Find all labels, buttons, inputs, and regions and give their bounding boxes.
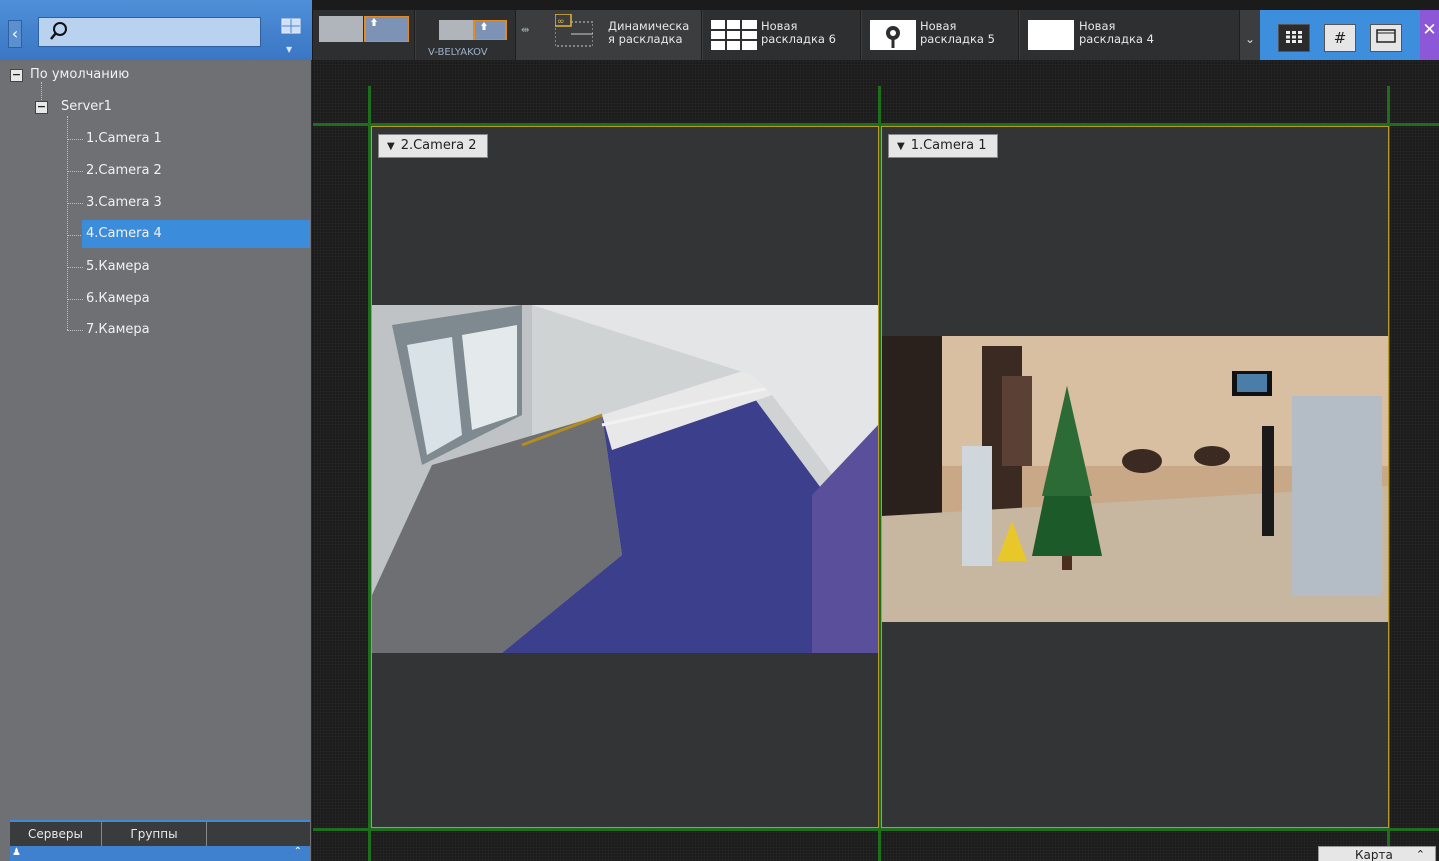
search-box[interactable]	[38, 17, 261, 47]
view-mode-group: #	[1260, 10, 1420, 60]
camera-title-button[interactable]: ▼ 2.Camera 2	[378, 134, 488, 158]
tree-item-camera-7[interactable]: 7.Камера	[82, 316, 150, 344]
tabs-dropdown-icon[interactable]: ⌄	[1241, 32, 1259, 58]
camera-tree: − По умолчанию − Server1 1.Camera 1 2.Ca…	[0, 60, 312, 820]
map-button[interactable]: Карта ⌃	[1318, 846, 1436, 861]
search-input[interactable]	[75, 22, 255, 44]
camera-title: 1.Camera 1	[910, 138, 987, 153]
tab-label: Новая раскладка 6	[761, 19, 836, 46]
tab-groups[interactable]: Группы	[102, 822, 207, 846]
dynamic-layout-icon: ∞	[554, 13, 594, 48]
tree-root-label: По умолчанию	[30, 67, 130, 82]
collapse-server-icon[interactable]: −	[35, 101, 48, 114]
tree-item-label: 6.Камера	[86, 291, 150, 306]
tree-root[interactable]: По умолчанию	[30, 61, 129, 89]
tree-item-camera-4[interactable]: 4.Camera 4	[82, 220, 310, 248]
app-window: ‹ ▼ − По умолчанию − Server1 1.Camera 1 …	[0, 0, 1439, 861]
user-icon: ♟	[12, 847, 21, 858]
camera-video-stairwell	[372, 305, 878, 653]
single-view-icon[interactable]	[1370, 24, 1402, 52]
tree-item-label: 4.Camera 4	[86, 226, 162, 241]
grid-view-icon[interactable]	[1278, 24, 1310, 52]
camera-video-lobby	[882, 336, 1388, 622]
tab-new-layout-6[interactable]: Новая раскладка 6	[703, 10, 861, 60]
map-button-label: Карта	[1355, 848, 1393, 861]
tree-connector	[67, 116, 68, 330]
tab-layout-home[interactable]	[313, 10, 415, 60]
tree-item-camera-2[interactable]: 2.Camera 2	[82, 157, 162, 185]
tree-item-camera-3[interactable]: 3.Camera 3	[82, 189, 162, 217]
map-pin-layout-icon	[870, 20, 916, 50]
search-icon	[50, 21, 68, 46]
left-panel: ‹ ▼ − По умолчанию − Server1 1.Camera 1 …	[0, 0, 312, 861]
camera-title: 2.Camera 2	[400, 138, 477, 153]
chevron-down-icon: ▼	[286, 45, 293, 54]
tab-label: Динамическа я раскладка	[608, 19, 690, 46]
grid-line	[313, 828, 1439, 831]
tree-server-label: Server1	[61, 99, 112, 114]
tree-connector	[67, 330, 83, 331]
tree-item-label: 1.Camera 1	[86, 131, 162, 146]
chevron-up-icon: ⌃	[1415, 848, 1425, 861]
drag-handle-icon[interactable]: ⇹	[521, 25, 529, 36]
tab-label: Новая раскладка 5	[920, 19, 995, 46]
tree-connector	[41, 82, 42, 102]
tab-label: V-BELYAKOV	[428, 47, 488, 58]
left-tab-bar: Серверы Группы	[10, 820, 310, 846]
tree-connector	[67, 139, 83, 140]
layout-menu-button[interactable]: ▼	[278, 18, 304, 54]
tab-new-layout-5[interactable]: Новая раскладка 5	[862, 10, 1019, 60]
tree-item-camera-1[interactable]: 1.Camera 1	[82, 125, 162, 153]
collapse-panel-button[interactable]: ‹	[8, 20, 22, 48]
camera-grid: ▼ 2.Camera 2 ▼ 1.Camera 1	[313, 60, 1439, 861]
chevron-down-icon: ▼	[897, 141, 905, 152]
tree-item-label: 7.Камера	[86, 322, 150, 337]
layout-thumbnail	[319, 15, 410, 43]
tree-server[interactable]: Server1	[61, 93, 112, 121]
tree-item-label: 2.Camera 2	[86, 163, 162, 178]
tree-connector	[67, 171, 83, 172]
camera-title-button[interactable]: ▼ 1.Camera 1	[888, 134, 998, 158]
svg-text:∞: ∞	[557, 17, 565, 27]
left-panel-footer: ♟ ⌃	[10, 846, 310, 861]
single-layout-icon	[1028, 20, 1074, 50]
tree-item-camera-5[interactable]: 5.Камера	[82, 253, 150, 281]
tree-item-camera-6[interactable]: 6.Камера	[82, 285, 150, 313]
layout-thumbnail	[439, 19, 507, 41]
layout-tab-bar: V-BELYAKOV ⇹ ∞ Динамическа я раскладка Но…	[313, 10, 1439, 60]
tab-layout-v-belyakov[interactable]: V-BELYAKOV	[416, 10, 516, 60]
tree-item-label: 5.Камера	[86, 259, 150, 274]
tab-new-layout-4[interactable]: Новая раскладка 4	[1020, 10, 1240, 60]
camera-tile[interactable]: ▼ 2.Camera 2	[371, 126, 879, 828]
left-panel-header: ‹ ▼	[0, 0, 312, 60]
tree-connector	[67, 203, 83, 204]
tree-connector	[67, 235, 83, 236]
tab-dynamic-layout[interactable]: ∞ Динамическа я раскладка	[545, 10, 702, 60]
tab-servers[interactable]: Серверы	[10, 822, 102, 846]
tree-item-label: 3.Camera 3	[86, 195, 162, 210]
settings-icon[interactable]: ✕	[1420, 10, 1439, 60]
tree-connector	[67, 299, 83, 300]
tree-connector	[67, 267, 83, 268]
camera-tile[interactable]: ▼ 1.Camera 1	[881, 126, 1389, 828]
grid-layout-icon	[711, 20, 757, 50]
collapse-root-icon[interactable]: −	[10, 69, 23, 82]
chevron-down-icon: ▼	[387, 141, 395, 152]
hash-view-icon[interactable]: #	[1324, 24, 1356, 52]
tab-label: Новая раскладка 4	[1079, 19, 1154, 46]
chevron-up-icon[interactable]: ⌃	[294, 846, 302, 857]
